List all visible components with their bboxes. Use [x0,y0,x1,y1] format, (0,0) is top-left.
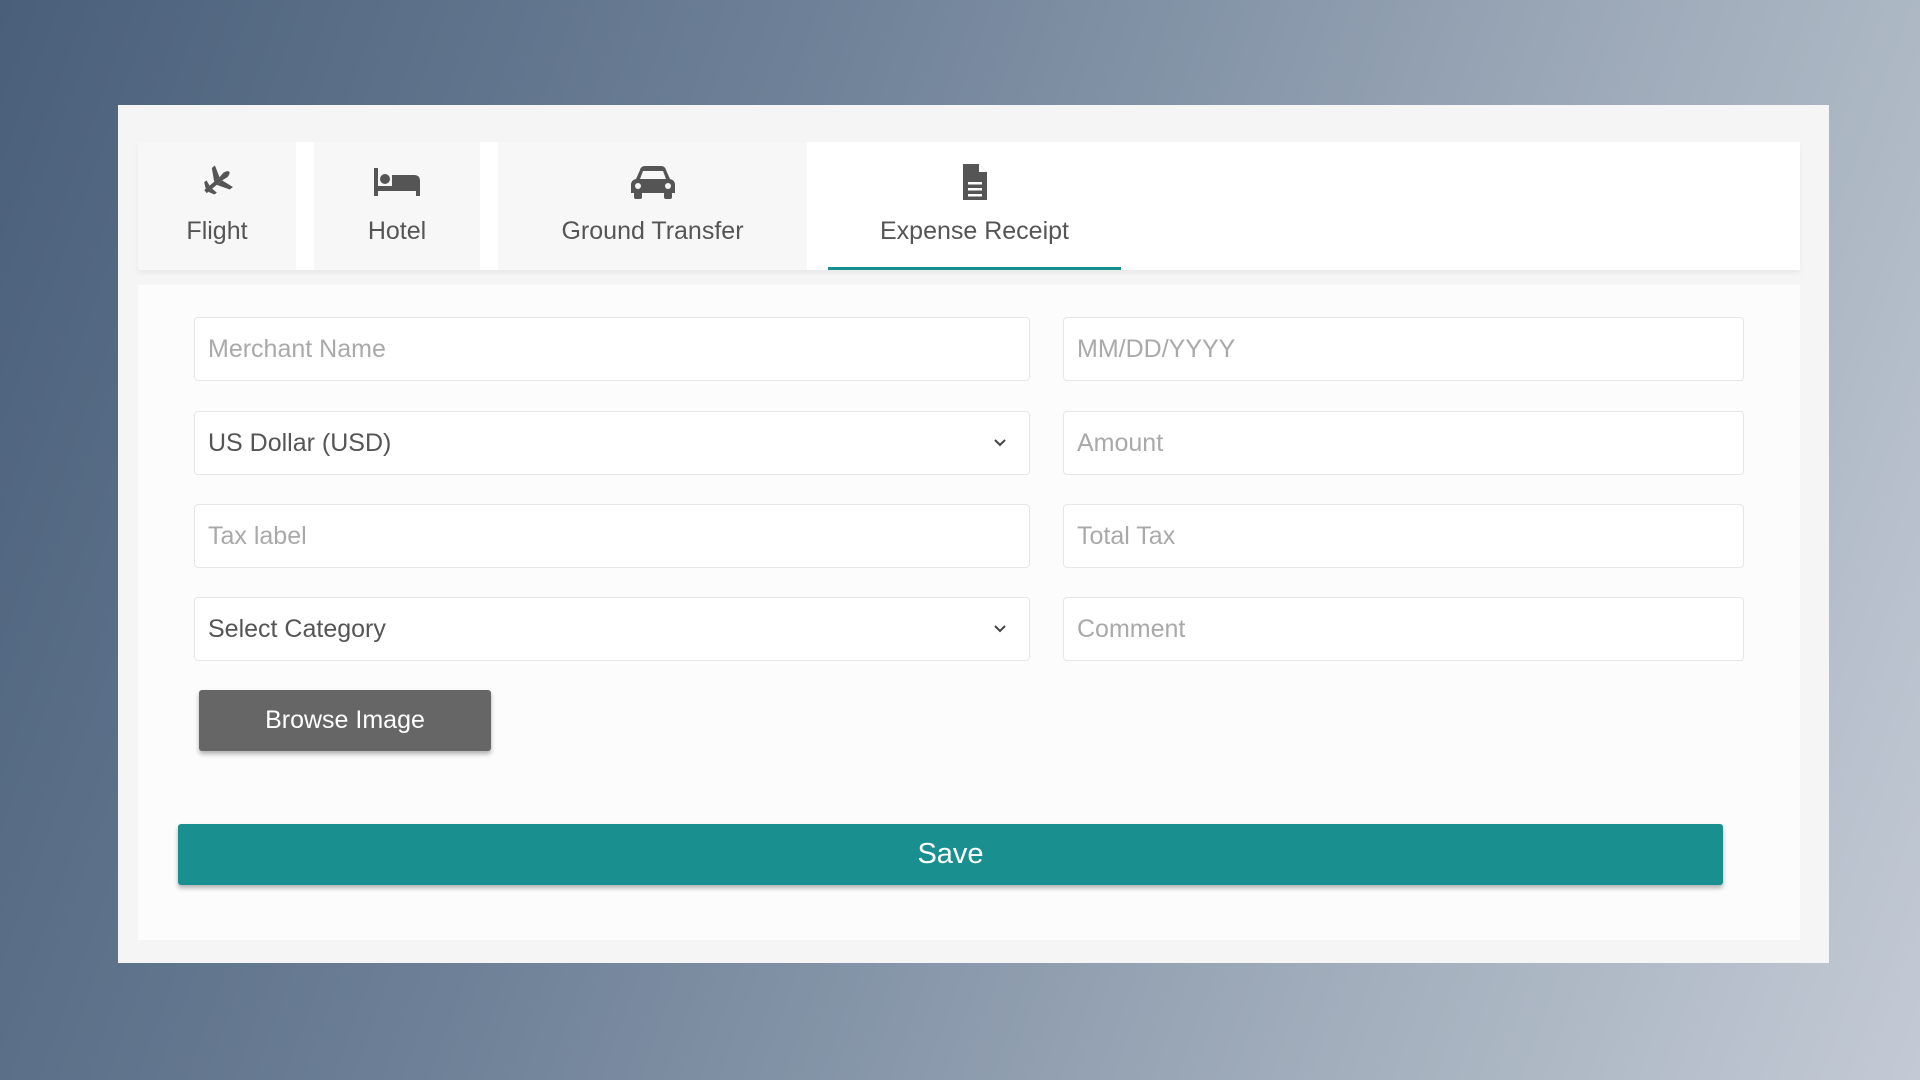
currency-select-value: US Dollar (USD) [208,428,392,457]
comment-input[interactable] [1063,597,1744,661]
tab-ground-transfer-label: Ground Transfer [561,217,744,245]
tab-expense-receipt-label: Expense Receipt [879,217,1069,245]
chevron-down-icon [994,625,1006,633]
car-icon [630,166,675,199]
date-input[interactable] [1063,317,1744,381]
tab-expense-receipt[interactable]: Expense Receipt [828,142,1121,270]
amount-input[interactable] [1063,411,1744,475]
bed-icon [374,168,420,196]
tab-hotel-label: Hotel [367,217,427,245]
category-select[interactable]: Select Category [194,597,1030,661]
merchant-name-input[interactable] [194,317,1030,381]
tab-flight-label: Flight [186,217,248,245]
chevron-down-icon [994,439,1006,447]
plane-icon [204,165,233,195]
browse-image-button[interactable]: Browse Image [199,690,491,751]
tax-label-input[interactable] [194,504,1030,568]
tab-bar: Flight Hotel Ground Transfer Expense Rec… [138,142,1800,270]
tab-ground-transfer[interactable]: Ground Transfer [498,142,807,270]
category-select-value: Select Category [208,614,386,643]
save-button[interactable]: Save [178,824,1723,885]
currency-select[interactable]: US Dollar (USD) [194,411,1030,475]
expense-form: US Dollar (USD) Select Category Browse I… [138,285,1800,940]
tab-hotel[interactable]: Hotel [314,142,480,270]
tab-flight[interactable]: Flight [138,142,296,270]
file-icon [962,164,987,200]
expense-card: Flight Hotel Ground Transfer Expense Rec… [118,105,1829,963]
total-tax-input[interactable] [1063,504,1744,568]
